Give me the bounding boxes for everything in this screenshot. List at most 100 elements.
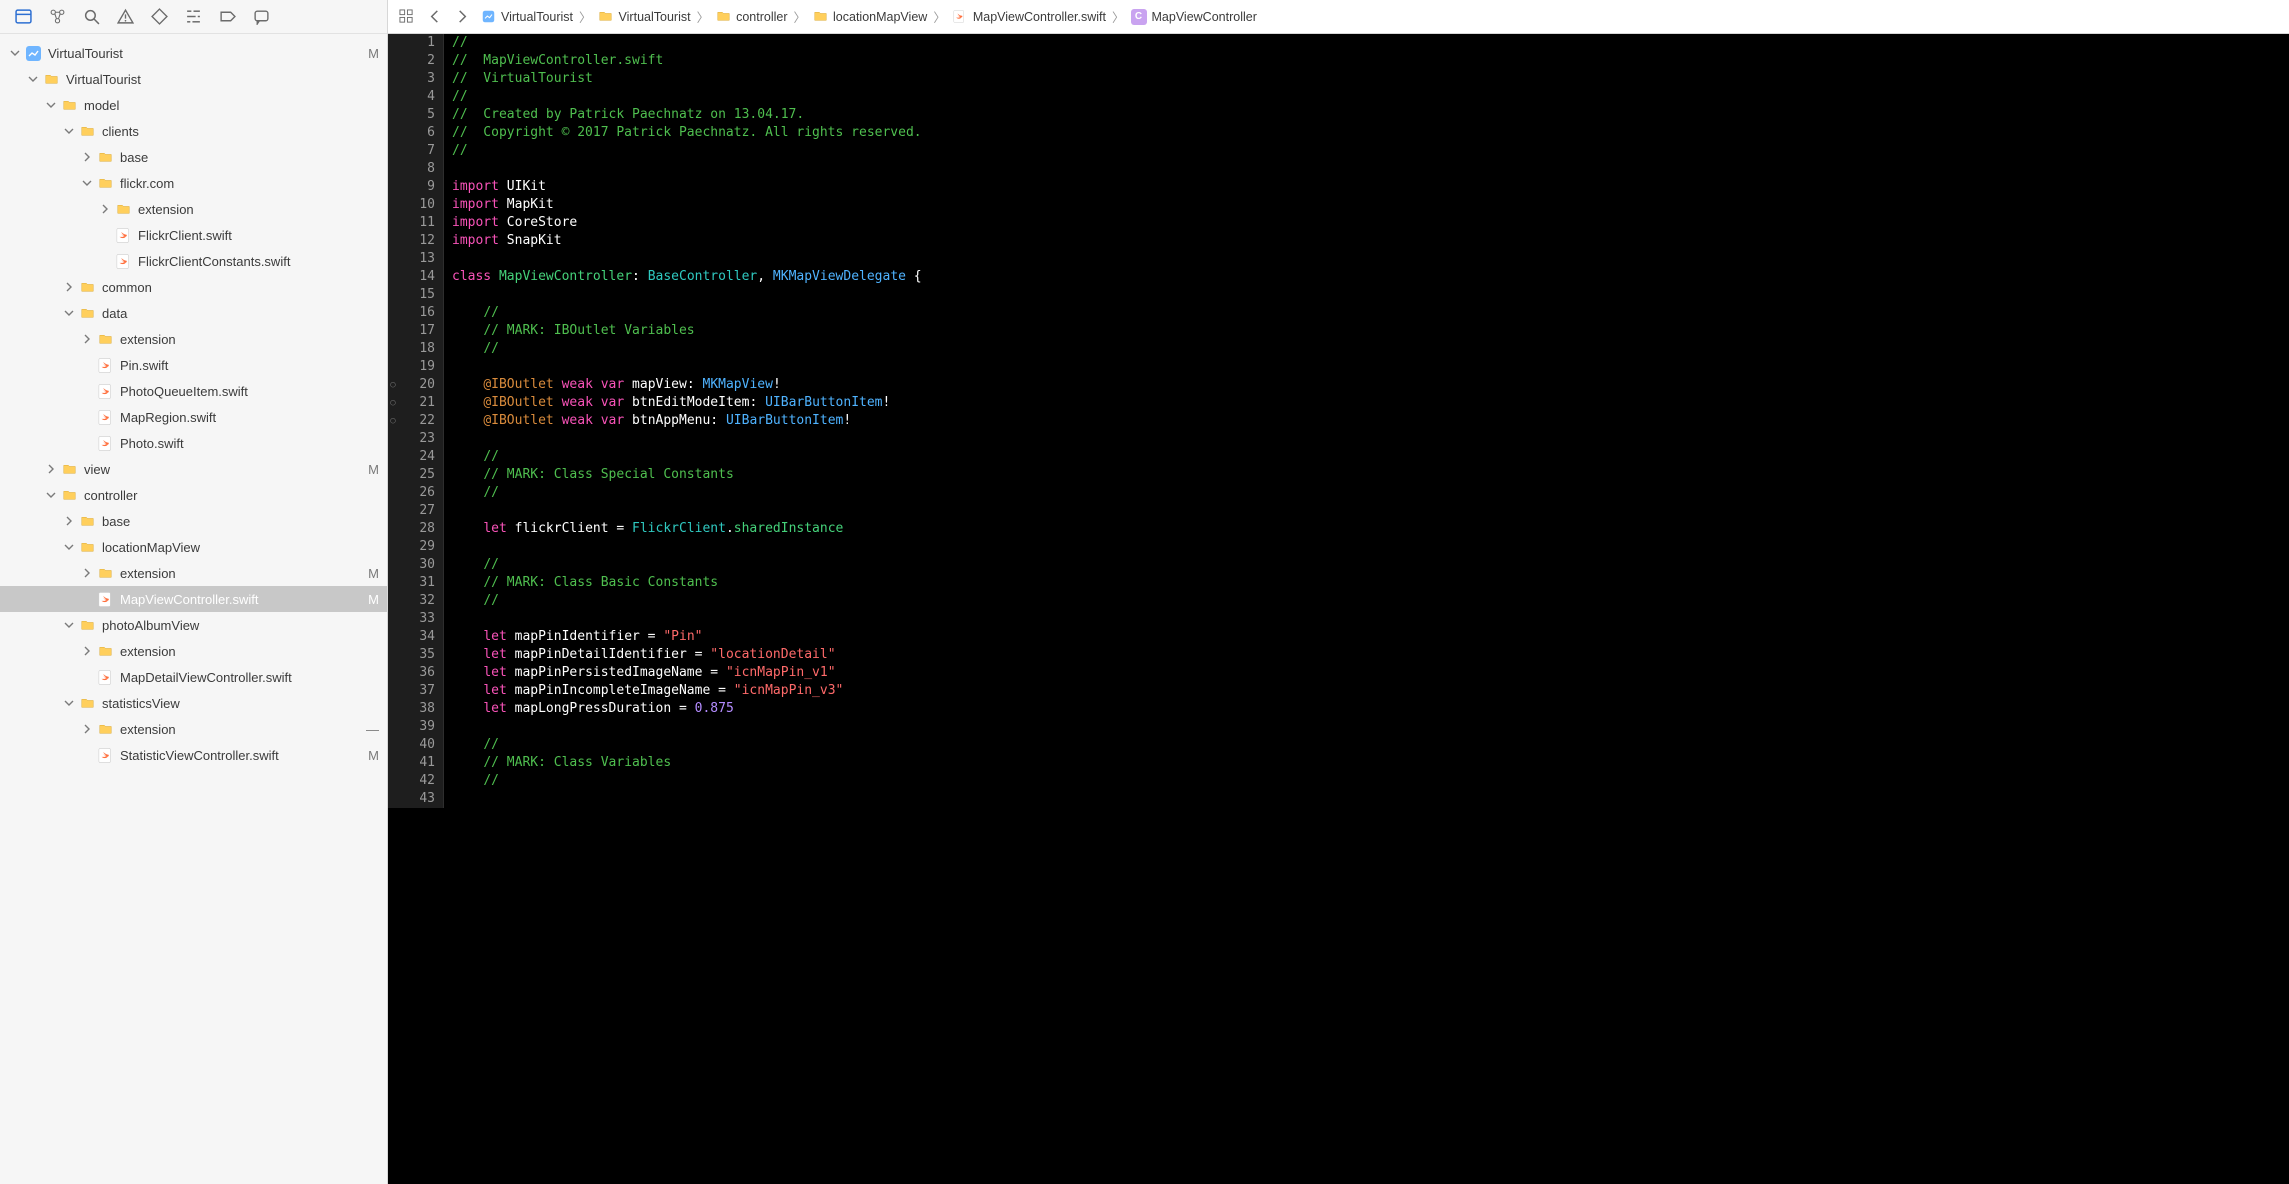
tree-row[interactable]: extension [0, 638, 387, 664]
code-text[interactable]: let mapPinIncompleteImageName = "icnMapP… [444, 682, 843, 700]
code-text[interactable] [444, 430, 460, 448]
code-text[interactable] [444, 718, 460, 736]
code-text[interactable]: // MARK: Class Variables [444, 754, 671, 772]
code-text[interactable]: let flickrClient = FlickrClient.sharedIn… [444, 520, 843, 538]
code-line[interactable]: 25 // MARK: Class Special Constants [388, 466, 2289, 484]
tree-row[interactable]: FlickrClientConstants.swift [0, 248, 387, 274]
code-text[interactable]: // [444, 484, 499, 502]
nav-forward-icon[interactable] [452, 7, 472, 27]
code-line[interactable]: 28 let flickrClient = FlickrClient.share… [388, 520, 2289, 538]
code-text[interactable]: // [444, 34, 468, 52]
tree-row[interactable]: extensionM [0, 560, 387, 586]
nav-back-icon[interactable] [424, 7, 444, 27]
disclosure-icon[interactable] [62, 306, 76, 320]
code-line[interactable]: 6// Copyright © 2017 Patrick Paechnatz. … [388, 124, 2289, 142]
code-line[interactable]: 8 [388, 160, 2289, 178]
code-line[interactable]: 16 // [388, 304, 2289, 322]
disclosure-icon[interactable] [62, 514, 76, 528]
tree-row[interactable]: data [0, 300, 387, 326]
tree-row[interactable]: clients [0, 118, 387, 144]
code-text[interactable]: let mapPinIdentifier = "Pin" [444, 628, 702, 646]
tree-row[interactable]: common [0, 274, 387, 300]
breadcrumb-item[interactable]: VirtualTourist [598, 9, 691, 25]
issues-tab-icon[interactable] [116, 8, 134, 26]
code-text[interactable]: class MapViewController: BaseController,… [444, 268, 922, 286]
tree-row[interactable]: photoAlbumView [0, 612, 387, 638]
code-line[interactable]: 1// [388, 34, 2289, 52]
code-text[interactable] [444, 610, 460, 628]
tree-row[interactable]: extension [0, 326, 387, 352]
code-line[interactable]: 9import UIKit [388, 178, 2289, 196]
code-line[interactable]: 27 [388, 502, 2289, 520]
tree-row[interactable]: Photo.swift [0, 430, 387, 456]
tree-row[interactable]: FlickrClient.swift [0, 222, 387, 248]
code-text[interactable]: // [444, 340, 499, 358]
code-line[interactable]: 26 // [388, 484, 2289, 502]
code-line[interactable]: 34 let mapPinIdentifier = "Pin" [388, 628, 2289, 646]
code-line[interactable]: 12import SnapKit [388, 232, 2289, 250]
code-editor[interactable]: 1//2// MapViewController.swift3// Virtua… [388, 34, 2289, 1184]
code-text[interactable]: // Created by Patrick Paechnatz on 13.04… [444, 106, 804, 124]
code-text[interactable]: let mapLongPressDuration = 0.875 [444, 700, 734, 718]
code-line[interactable]: 42 // [388, 772, 2289, 790]
code-line[interactable]: 2// MapViewController.swift [388, 52, 2289, 70]
code-text[interactable]: @IBOutlet weak var btnAppMenu: UIBarButt… [444, 412, 851, 430]
disclosure-icon[interactable] [62, 124, 76, 138]
code-text[interactable]: import UIKit [444, 178, 546, 196]
code-line[interactable]: 43 [388, 790, 2289, 808]
code-line[interactable]: 38 let mapLongPressDuration = 0.875 [388, 700, 2289, 718]
code-text[interactable]: // MARK: Class Basic Constants [444, 574, 718, 592]
tree-row[interactable]: Pin.swift [0, 352, 387, 378]
disclosure-icon[interactable] [80, 176, 94, 190]
code-text[interactable]: // [444, 88, 468, 106]
code-text[interactable]: // MARK: Class Special Constants [444, 466, 734, 484]
code-text[interactable] [444, 538, 460, 556]
code-line[interactable]: 32 // [388, 592, 2289, 610]
tree-row[interactable]: extension— [0, 716, 387, 742]
code-text[interactable]: import MapKit [444, 196, 554, 214]
code-line[interactable]: 18 // [388, 340, 2289, 358]
code-text[interactable] [444, 502, 460, 520]
reports-tab-icon[interactable] [252, 8, 270, 26]
code-text[interactable] [444, 790, 460, 808]
code-text[interactable]: import CoreStore [444, 214, 577, 232]
code-line[interactable]: ○22 @IBOutlet weak var btnAppMenu: UIBar… [388, 412, 2289, 430]
disclosure-icon[interactable] [44, 462, 58, 476]
code-line[interactable]: 17 // MARK: IBOutlet Variables [388, 322, 2289, 340]
code-line[interactable]: 35 let mapPinDetailIdentifier = "locatio… [388, 646, 2289, 664]
code-line[interactable]: 31 // MARK: Class Basic Constants [388, 574, 2289, 592]
code-text[interactable]: // [444, 556, 499, 574]
code-text[interactable]: // MARK: IBOutlet Variables [444, 322, 695, 340]
code-text[interactable]: // [444, 772, 499, 790]
code-line[interactable]: 41 // MARK: Class Variables [388, 754, 2289, 772]
code-text[interactable]: // [444, 142, 468, 160]
tree-row[interactable]: MapViewController.swiftM [0, 586, 387, 612]
disclosure-icon[interactable] [80, 566, 94, 580]
code-text[interactable]: let mapPinPersistedImageName = "icnMapPi… [444, 664, 836, 682]
code-text[interactable]: // MapViewController.swift [444, 52, 663, 70]
code-line[interactable]: 10import MapKit [388, 196, 2289, 214]
code-line[interactable]: 15 [388, 286, 2289, 304]
code-line[interactable]: 30 // [388, 556, 2289, 574]
disclosure-icon[interactable] [80, 722, 94, 736]
disclosure-icon[interactable] [62, 618, 76, 632]
disclosure-icon[interactable] [44, 488, 58, 502]
disclosure-icon[interactable] [80, 332, 94, 346]
tests-tab-icon[interactable] [150, 8, 168, 26]
related-items-icon[interactable] [396, 7, 416, 27]
tree-row[interactable]: base [0, 508, 387, 534]
disclosure-icon[interactable] [80, 644, 94, 658]
code-text[interactable]: // [444, 448, 499, 466]
code-line[interactable]: 11import CoreStore [388, 214, 2289, 232]
code-line[interactable]: 14class MapViewController: BaseControlle… [388, 268, 2289, 286]
code-text[interactable]: @IBOutlet weak var btnEditModeItem: UIBa… [444, 394, 890, 412]
disclosure-icon[interactable] [44, 98, 58, 112]
tree-row[interactable]: PhotoQueueItem.swift [0, 378, 387, 404]
code-text[interactable]: let mapPinDetailIdentifier = "locationDe… [444, 646, 836, 664]
code-line[interactable]: ○20 @IBOutlet weak var mapView: MKMapVie… [388, 376, 2289, 394]
breadcrumb-item[interactable]: locationMapView [812, 9, 927, 25]
breadcrumb-item[interactable]: MapViewController.swift [952, 9, 1106, 25]
code-line[interactable]: 5// Created by Patrick Paechnatz on 13.0… [388, 106, 2289, 124]
code-line[interactable]: 36 let mapPinPersistedImageName = "icnMa… [388, 664, 2289, 682]
code-line[interactable]: 3// VirtualTourist [388, 70, 2289, 88]
